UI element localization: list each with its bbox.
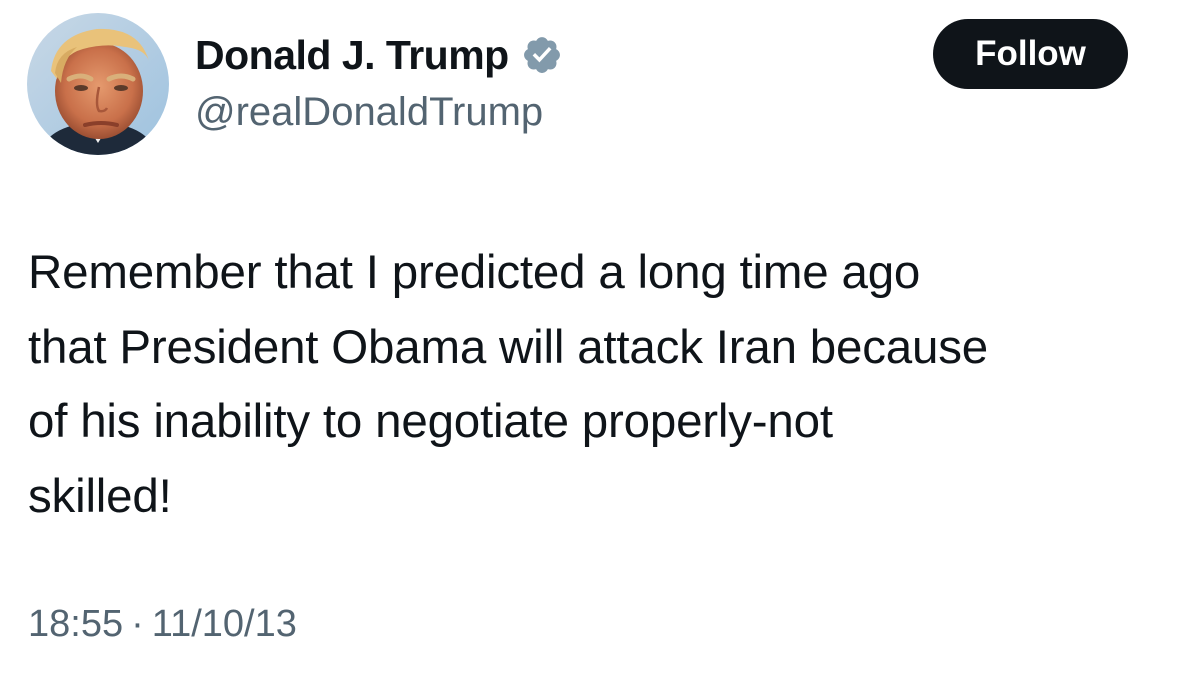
tweet-text-line: skilled! [28,469,172,523]
follow-button[interactable]: Follow [933,19,1128,89]
tweet-text-line: that President Obama will attack Iran be… [28,320,988,374]
tweet-text-line: Remember that I predicted a long time ag… [28,246,921,299]
profile-photo [27,13,169,155]
tweet-time: 18:55 [28,603,124,645]
tweet-text-line: of his inability to negotiate properly-n… [28,395,833,448]
tweet-date: 11/10/13 [151,603,297,645]
tweet-timestamp[interactable]: 18:55 · 11/10/13 [28,603,297,646]
tweet-card: Donald J. Trump @realDonaldTrump Follow … [0,0,1179,683]
tweet-text: Remember that I predicted a long time ag… [28,236,1158,534]
verified-badge-icon[interactable] [521,34,563,76]
avatar[interactable] [27,13,169,155]
author-name-row: Donald J. Trump [195,26,563,84]
author-handle[interactable]: @realDonaldTrump [195,90,543,135]
meta-separator: · [131,603,144,645]
display-name[interactable]: Donald J. Trump [195,32,509,79]
